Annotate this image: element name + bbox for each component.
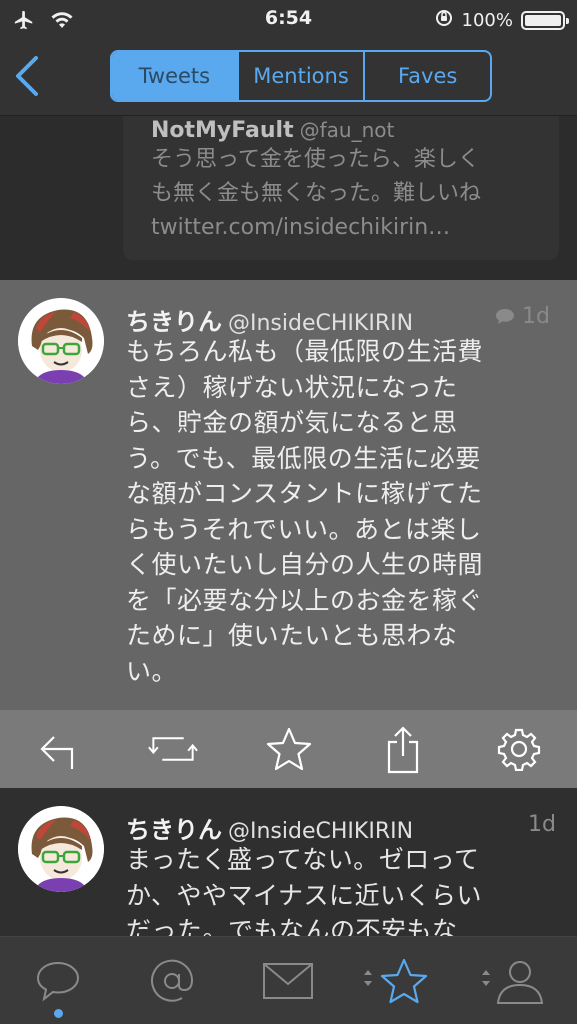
active-tab-indicator [54,1009,63,1018]
settings-button[interactable] [494,724,544,774]
at-icon [151,959,194,1002]
tweet-line: く使いたいし自分の人生の時間 [126,550,484,579]
tab-profile[interactable] [490,953,550,1009]
timeline-segmented-control: Tweets Mentions Faves [110,50,492,102]
reply-icon [40,736,74,769]
retweet-button[interactable] [148,724,198,774]
sort-arrows-icon [364,970,372,986]
avatar[interactable] [18,806,104,892]
tweet-line: な額がコンスタントに稼げてた [126,479,483,508]
tweet-line: もちろん私も（最低限の生活費 [126,337,484,366]
tweet-author: ちきりん @InsideCHIKIRIN [126,810,413,845]
next-tweet[interactable]: ちきりん @InsideCHIKIRIN 1d まったく盛ってない。ゼロって か、… [0,788,577,936]
tab-bar [0,936,577,1024]
status-right: 100% [434,8,569,33]
tweet-author: ちきりん @InsideCHIKIRIN [126,302,413,337]
quoted-author-name: NotMyFault [151,118,294,143]
tweet-time-label: 1d [522,304,550,329]
tab-favorites[interactable] [374,953,434,1009]
reply-button[interactable] [33,724,83,774]
avatar-image [18,298,104,384]
nav-bar: Tweets Mentions Faves [0,40,577,116]
quoted-author-handle: @fau_not [299,118,395,142]
tweet-time: 1d [528,812,556,837]
person-icon [496,961,544,1004]
battery-icon [521,11,569,30]
author-handle: @InsideCHIKIRIN [228,819,414,844]
tweet-line: か、ややマイナスに近いくらい [126,880,483,910]
back-button[interactable] [12,54,52,98]
tweet-line: さえ）稼げない状況になった [126,372,458,402]
quoted-tweet-card[interactable]: NotMyFault @fau_not そう思って金を使ったら、楽しく も無く金も… [123,116,559,260]
share-button[interactable] [378,724,428,774]
tweet-text: まったく盛ってない。ゼロって か、ややマイナスに近いくらい だった。でもなんの不… [126,842,482,936]
tweet-line: い。 [126,656,178,686]
author-name: ちきりん [126,816,222,844]
tweet-line: ために」使いたいとも思わな [126,621,458,650]
chat-bubble-icon [36,961,80,1002]
tab-mentions[interactable]: Mentions [239,52,366,100]
favorite-button[interactable] [264,724,314,774]
tab-tweets[interactable]: Tweets [112,52,239,100]
star-icon [380,958,428,1004]
quoted-tweet-line: も無く金も無くなった。難しいね [151,181,482,206]
orientation-lock-icon [434,8,454,33]
author-handle: @InsideCHIKIRIN [228,311,414,336]
tweet-text: もちろん私も（最低限の生活費 さえ）稼げない状況になった ら、貯金の額が気になる… [126,334,483,689]
mail-icon [263,963,313,999]
quoted-tweet-link[interactable]: twitter.com/insidechikirin… [151,211,559,245]
tweet-line: らもうそれでいい。あとは楽し [126,514,482,544]
tab-messages[interactable] [258,953,318,1009]
star-icon [266,727,312,771]
chevron-left-icon [16,56,38,96]
selected-tweet[interactable]: ちきりん @InsideCHIKIRIN 1d もちろん私も（最低限の生活費 さえ… [0,280,577,710]
tab-faves[interactable]: Faves [365,52,490,100]
battery-percent: 100% [461,10,513,31]
tweet-time: 1d [494,304,550,329]
retweet-icon [148,737,198,761]
tweet-line: まったく盛ってない。ゼロって [126,845,480,874]
tab-mentions[interactable] [142,953,202,1009]
tab-timeline[interactable] [28,953,88,1009]
tweet-line: だった。でもなんの不安もな [126,916,458,936]
previous-tweet[interactable]: NotMyFault @fau_not そう思って金を使ったら、楽しく も無く金も… [0,116,577,280]
tweet-line: を「必要な分以上のお金を稼ぐ [126,585,484,615]
tweet-line: う。でも、最低限の生活に必要 [126,443,481,473]
avatar-image [18,806,104,892]
tweet-action-bar [0,710,577,788]
share-icon [387,726,419,774]
avatar[interactable] [18,298,104,384]
tweet-line: ら、貯金の額が気になると思 [126,408,458,437]
timeline[interactable]: NotMyFault @fau_not そう思って金を使ったら、楽しく も無く金も… [0,116,577,936]
author-name: ちきりん [126,308,222,336]
conversation-icon [496,309,514,324]
gear-icon [497,728,541,771]
quoted-tweet-line: そう思って金を使ったら、楽しく [151,147,480,172]
status-bar: 6:54 100% [0,0,577,40]
quoted-tweet-author: NotMyFault @fau_not [151,118,559,143]
